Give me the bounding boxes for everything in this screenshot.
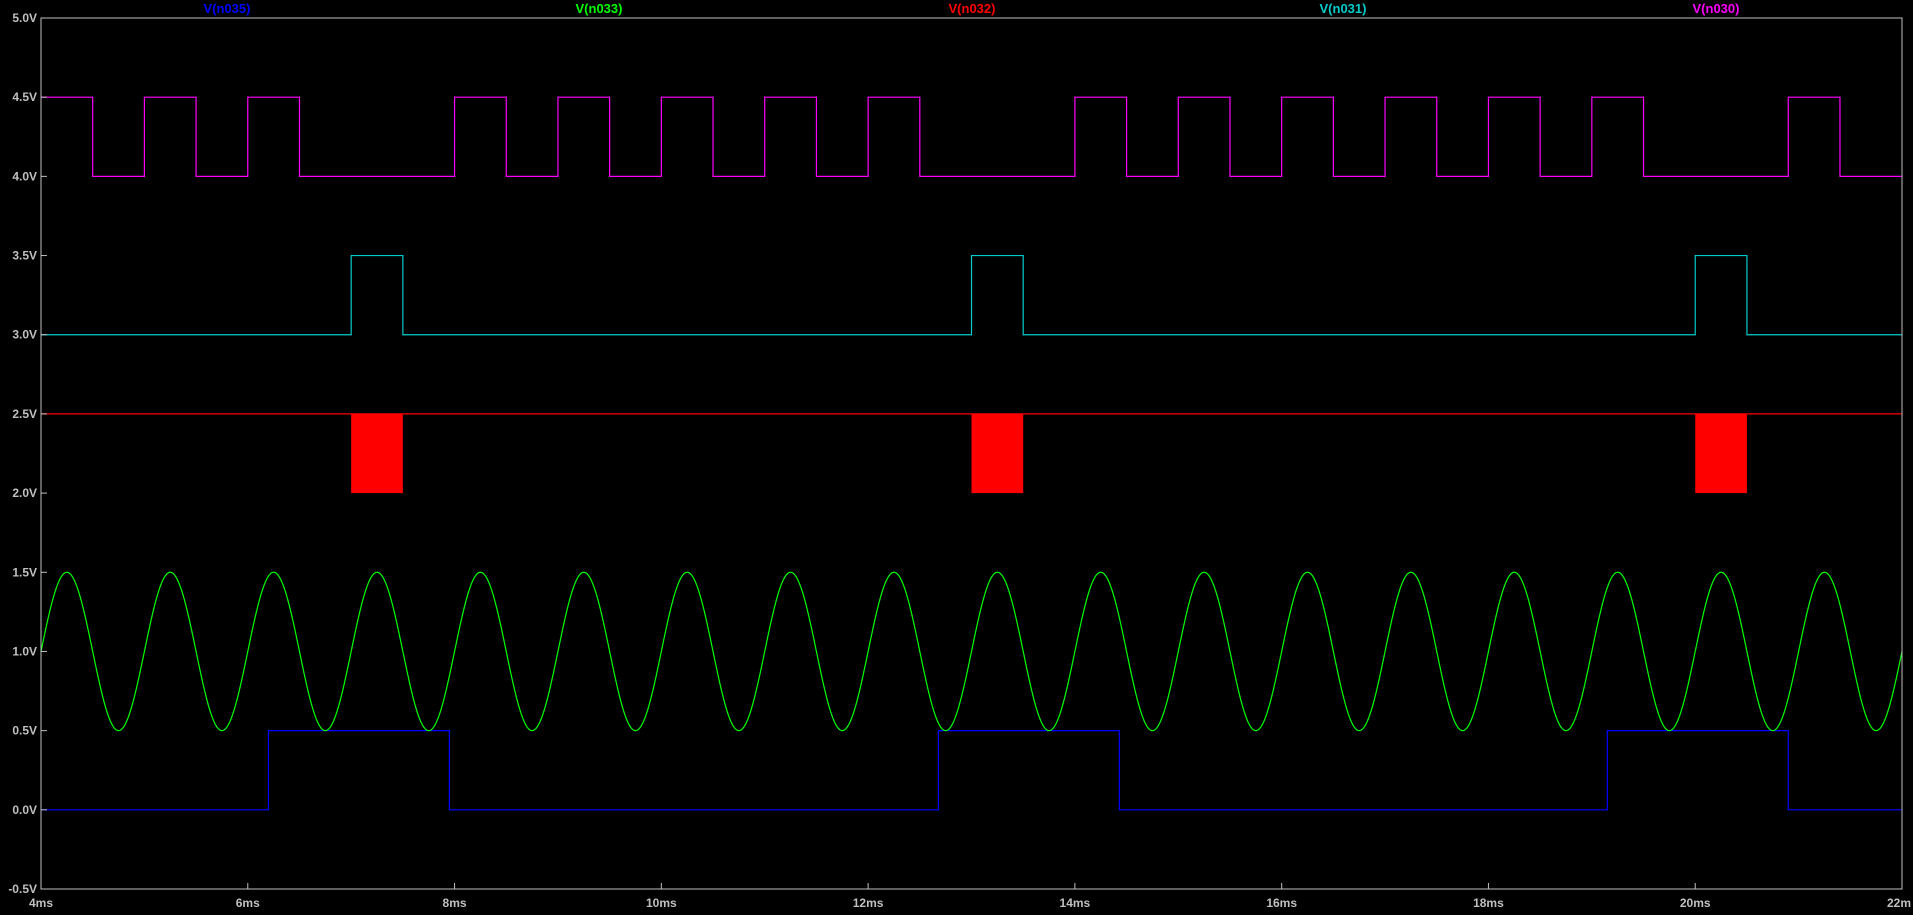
x-tick-label: 20ms xyxy=(1680,896,1711,910)
x-tick-label: 14ms xyxy=(1060,896,1091,910)
x-tick-label: 18ms xyxy=(1473,896,1504,910)
y-tick-label: 0.5V xyxy=(12,724,37,738)
x-tick-label: 22m xyxy=(1887,896,1911,910)
x-tick-label: 16ms xyxy=(1266,896,1297,910)
y-tick-label: 2.0V xyxy=(12,486,37,500)
x-tick-label: 10ms xyxy=(646,896,677,910)
y-tick-label: 3.0V xyxy=(12,328,37,342)
y-tick-label: 1.5V xyxy=(12,565,37,579)
x-tick-label: 12ms xyxy=(853,896,884,910)
y-tick-label: 4.0V xyxy=(12,169,37,183)
legend-label-vn032: V(n032) xyxy=(949,1,996,16)
waveform-plot: -0.5V 0.0V 0.5V 1.0V 1.5V 2.0V 2.5V 3.0V 3.5V 4.0… xyxy=(0,0,1913,915)
x-tick-label: 4ms xyxy=(29,896,53,910)
x-tick-label: 8ms xyxy=(443,896,467,910)
y-tick-label: 0.0V xyxy=(12,803,37,817)
y-tick-label: 3.5V xyxy=(12,249,37,263)
trace-vn032-burst-3 xyxy=(1695,413,1747,494)
y-tick-label: 4.5V xyxy=(12,90,37,104)
legend-label-vn030: V(n030) xyxy=(1693,1,1740,16)
y-tick-label: 1.0V xyxy=(12,644,37,658)
trace-vn032-burst-2 xyxy=(971,413,1024,494)
plot-background xyxy=(0,0,1913,915)
legend-label-vn035: V(n035) xyxy=(204,1,251,16)
legend-label-vn031: V(n031) xyxy=(1320,1,1367,16)
y-tick-label: -0.5V xyxy=(8,882,37,896)
legend-label-vn033: V(n033) xyxy=(576,1,623,16)
y-tick-label: 2.5V xyxy=(12,407,37,421)
x-tick-label: 6ms xyxy=(236,896,260,910)
trace-vn032-burst-1 xyxy=(351,413,403,494)
y-tick-label: 5.0V xyxy=(12,11,37,25)
